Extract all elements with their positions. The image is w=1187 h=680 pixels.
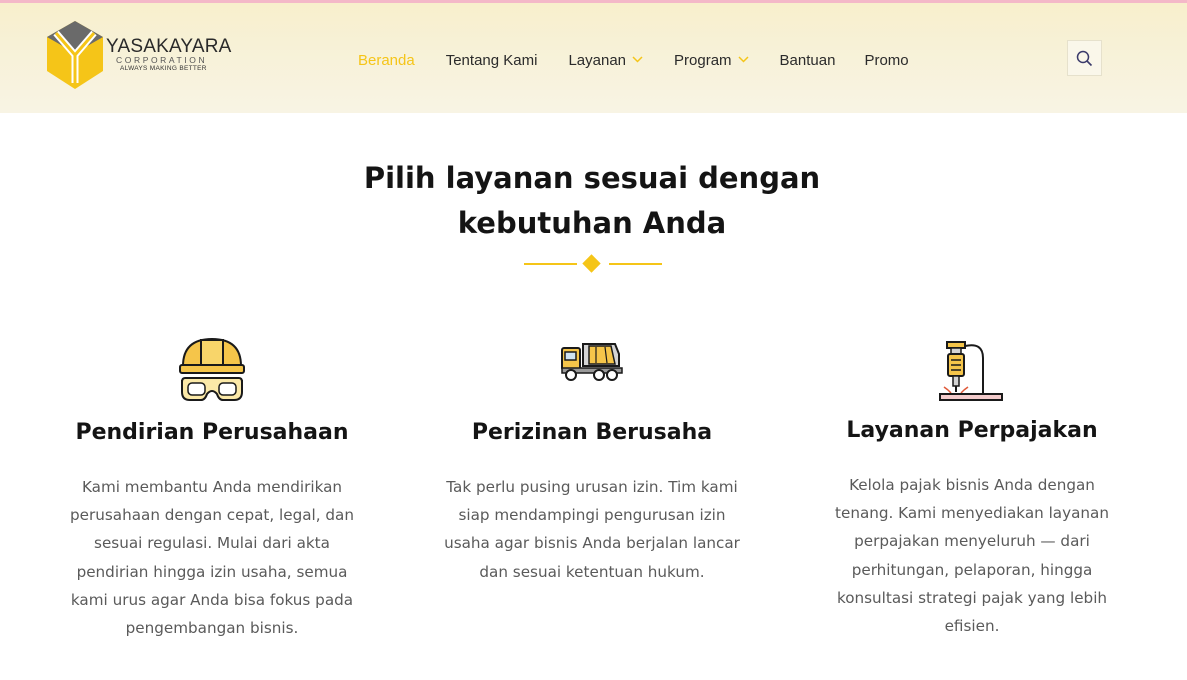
logo-mark-icon [47, 21, 103, 89]
nav-item-bantuan[interactable]: Bantuan [780, 52, 836, 69]
brand-subtitle: CORPORATION [116, 55, 208, 65]
nav-item-beranda[interactable]: Beranda [358, 52, 415, 69]
description-line: perhitungan, pelaporan, hingga [851, 560, 1093, 579]
nav-label: Promo [864, 51, 909, 69]
description-line: Kelola pajak bisnis Anda dengan [849, 476, 1095, 494]
service-title: Pendirian Perusahaan [75, 420, 349, 445]
site-header: YASAKAYARA CORPORATION ALWAYS MAKING BET… [0, 3, 1187, 113]
nav-item-layanan[interactable]: Layanan [568, 52, 643, 69]
nav-label: Bantuan [779, 51, 836, 69]
description-line: pendirian hingga izin usaha, semua [76, 562, 348, 581]
main-nav: Beranda Tentang Kami Layanan Program Ban… [358, 49, 909, 71]
service-description: Kami membantu Anda mendirikan perusahaan… [42, 473, 382, 642]
nav-item-promo[interactable]: Promo [864, 52, 908, 69]
description-line: pengembangan bisnis. [125, 619, 299, 638]
divider-diamond [582, 254, 601, 273]
nav-label: Tentang Kami [445, 51, 538, 69]
description-line: perpajakan menyeluruh — dari [854, 532, 1090, 551]
search-icon [1076, 50, 1093, 66]
description-line: dan sesuai ketentuan hukum. [479, 562, 705, 581]
divider-line-right [609, 263, 662, 265]
divider-line-left [524, 263, 577, 265]
description-line: Tak perlu pusing urusan izin. Tim kami [446, 478, 738, 496]
nav-label: Program [674, 51, 732, 69]
description-line: efisien. [944, 617, 1000, 636]
description-line: usaha agar bisnis Anda berjalan lancar [444, 534, 740, 553]
description-line: sesuai regulasi. Mulai dari akta [94, 534, 330, 553]
nav-item-tentang-kami[interactable]: Tentang Kami [446, 52, 538, 69]
nav-label: Beranda [358, 51, 415, 69]
service-description: Tak perlu pusing urusan izin. Tim kami s… [422, 473, 762, 586]
helmet-goggles-icon [179, 337, 245, 401]
description-line: siap mendampingi pengurusan izin [458, 506, 726, 525]
section-title-line-1: Pilih layanan sesuai dengan [363, 161, 821, 195]
mixer-truck-icon [561, 343, 623, 381]
title-divider [524, 254, 662, 274]
service-title: Perizinan Berusaha [471, 420, 713, 445]
nav-label: Layanan [568, 51, 627, 69]
description-line: tenang. Kami menyediakan layanan [835, 504, 1109, 523]
description-line: perusahaan dengan cepat, legal, dan [70, 506, 354, 525]
section-title-line-2: kebutuhan Anda [457, 206, 727, 240]
jackhammer-icon [939, 341, 1003, 401]
chevron-down-icon [632, 56, 643, 63]
service-title: Layanan Perpajakan [846, 418, 1098, 443]
service-description: Kelola pajak bisnis Anda dengan tenang. … [802, 471, 1142, 640]
section-title: Pilih layanan sesuai dengan kebutuhan An… [292, 156, 892, 246]
chevron-down-icon [738, 56, 749, 63]
brand-logo[interactable]: YASAKAYARA CORPORATION ALWAYS MAKING BET… [44, 19, 234, 97]
description-line: Kami membantu Anda mendirikan [81, 478, 343, 496]
description-line: kami urus agar Anda bisa fokus pada [70, 590, 354, 609]
search-button[interactable] [1067, 40, 1102, 76]
brand-tagline: ALWAYS MAKING BETTER [120, 65, 207, 72]
description-line: konsultasi strategi pajak yang lebih [836, 588, 1108, 607]
nav-item-program[interactable]: Program [674, 52, 749, 69]
